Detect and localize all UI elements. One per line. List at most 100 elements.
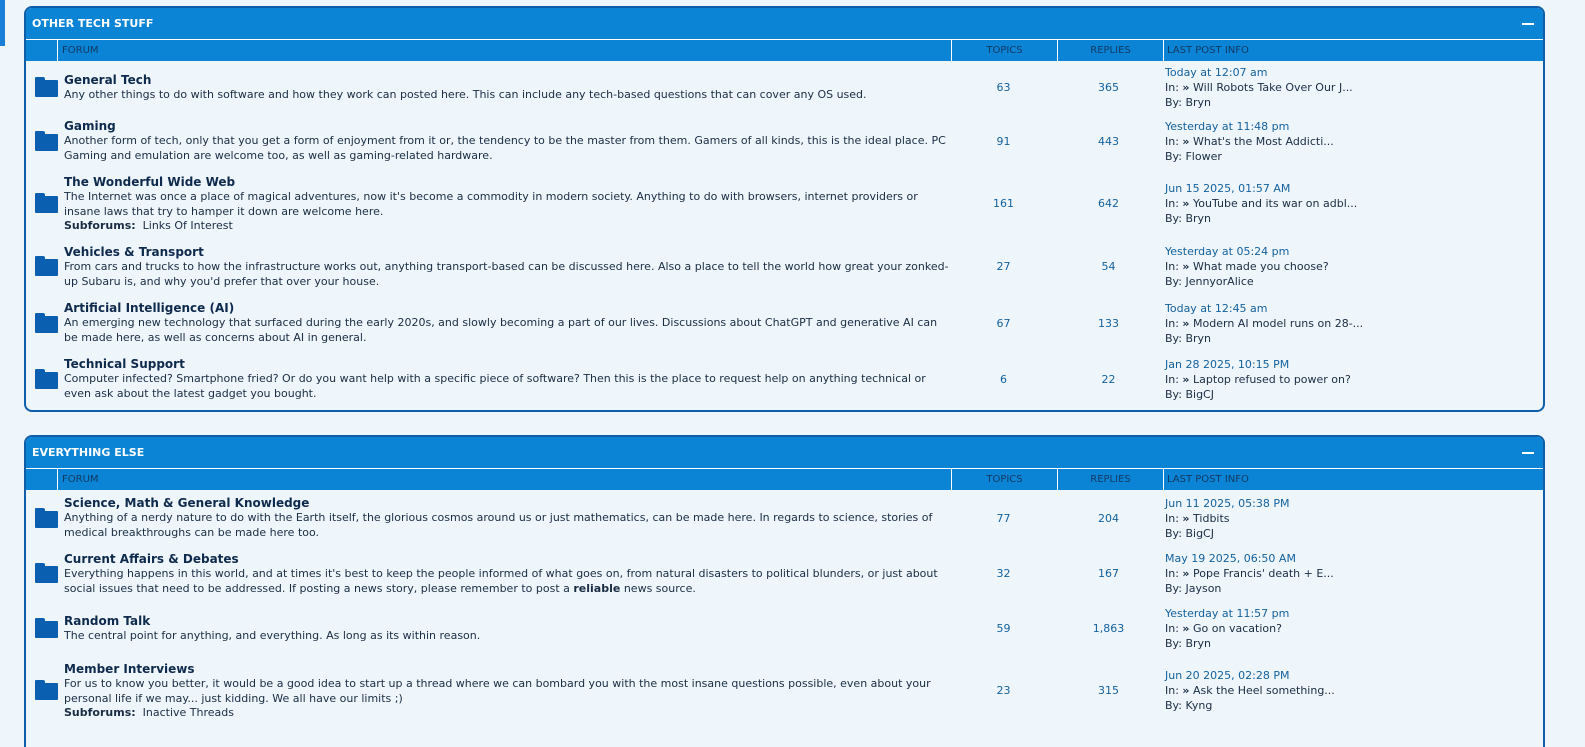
replies-count: 22 bbox=[1101, 372, 1116, 386]
in-label: In: bbox=[1165, 372, 1179, 386]
topics-count: 6 bbox=[1000, 372, 1007, 386]
category-title[interactable]: EVERYTHING ELSE bbox=[32, 446, 144, 459]
last-post-date[interactable]: Jun 20 2025, 02:28 PM bbox=[1165, 668, 1543, 683]
last-post-user-link[interactable]: Bryn bbox=[1185, 96, 1211, 109]
folder-icon[interactable] bbox=[34, 618, 58, 638]
last-post-date[interactable]: Jun 11 2025, 05:38 PM bbox=[1165, 496, 1543, 511]
replies-count: 443 bbox=[1098, 134, 1119, 148]
column-header-row: FORUM TOPICS REPLIES LAST POST INFO bbox=[26, 468, 1543, 490]
forum-title[interactable]: Vehicles & Transport bbox=[64, 245, 951, 259]
topics-count: 59 bbox=[996, 622, 1011, 635]
last-post-user-link[interactable]: Bryn bbox=[1185, 212, 1211, 225]
forum-row: General Tech Any other things to do with… bbox=[26, 61, 1543, 113]
forum-title[interactable]: Science, Math & General Knowledge bbox=[64, 496, 951, 510]
double-chevron-icon: » bbox=[1182, 567, 1190, 580]
in-label: In: bbox=[1165, 316, 1179, 330]
folder-icon[interactable] bbox=[34, 312, 58, 333]
topics-column-header: TOPICS bbox=[951, 469, 1057, 490]
last-post-date[interactable]: Jan 28 2025, 10:15 PM bbox=[1165, 357, 1543, 372]
forum-title[interactable]: Gaming bbox=[64, 119, 951, 133]
double-chevron-icon: » bbox=[1182, 134, 1190, 148]
last-post-user-link[interactable]: JennyorAlice bbox=[1185, 275, 1253, 288]
last-post-info: Jun 20 2025, 02:28 PM In: » Ask the Heel… bbox=[1161, 668, 1543, 713]
double-chevron-icon: » bbox=[1182, 683, 1190, 697]
replies-count: 54 bbox=[1101, 260, 1116, 273]
last-post-thread-link[interactable]: Ask the Heel something... bbox=[1193, 684, 1335, 697]
last-post-date[interactable]: Yesterday at 05:24 pm bbox=[1165, 244, 1543, 259]
forum-description: An emerging new technology that surfaced… bbox=[64, 316, 938, 344]
forum-title[interactable]: The Wonderful Wide Web bbox=[64, 175, 951, 189]
forum-title[interactable]: Artificial Intelligence (AI) bbox=[64, 301, 951, 315]
by-label: By: bbox=[1165, 212, 1182, 225]
last-post-user-link[interactable]: BigCJ bbox=[1185, 388, 1214, 401]
forum-title[interactable]: Member Interviews bbox=[64, 662, 951, 676]
replies-count: 133 bbox=[1098, 316, 1119, 330]
last-post-thread-link[interactable]: What made you choose? bbox=[1193, 260, 1329, 273]
forum-description: The central point for anything, and ever… bbox=[64, 629, 481, 642]
by-label: By: bbox=[1165, 387, 1182, 401]
last-post-date[interactable]: Jun 15 2025, 01:57 AM bbox=[1165, 181, 1543, 196]
last-post-info: Today at 12:07 am In: » Will Robots Take… bbox=[1161, 65, 1543, 110]
folder-icon[interactable] bbox=[34, 130, 58, 151]
last-post-thread-link[interactable]: Will Robots Take Over Our J... bbox=[1193, 81, 1353, 94]
subforum-link[interactable]: Inactive Threads bbox=[143, 706, 234, 719]
last-post-date[interactable]: May 19 2025, 06:50 AM bbox=[1165, 551, 1543, 566]
folder-icon[interactable] bbox=[34, 679, 58, 700]
forum-row: Technical Support Computer infected? Sma… bbox=[26, 351, 1543, 407]
by-label: By: bbox=[1165, 275, 1182, 288]
folder-icon[interactable] bbox=[34, 256, 58, 276]
replies-count: 204 bbox=[1098, 511, 1119, 525]
last-post-date[interactable]: Yesterday at 11:48 pm bbox=[1165, 119, 1543, 134]
in-label: In: bbox=[1165, 567, 1179, 580]
double-chevron-icon: » bbox=[1182, 316, 1190, 330]
last-post-thread-link[interactable]: What's the Most Addicti... bbox=[1193, 135, 1334, 148]
last-post-user-link[interactable]: Bryn bbox=[1185, 637, 1211, 650]
forum-description: Any other things to do with software and… bbox=[64, 87, 867, 101]
folder-icon[interactable] bbox=[34, 193, 58, 213]
category-other-tech-stuff: OTHER TECH STUFF FORUM TOPICS REPLIES LA… bbox=[24, 6, 1545, 412]
last-post-thread-link[interactable]: YouTube and its war on adbl... bbox=[1193, 197, 1357, 210]
in-label: In: bbox=[1165, 683, 1179, 697]
forum-title[interactable]: Random Talk bbox=[64, 614, 951, 628]
folder-icon[interactable] bbox=[34, 368, 58, 389]
last-post-date[interactable]: Today at 12:07 am bbox=[1165, 65, 1543, 80]
last-post-date[interactable]: Today at 12:45 am bbox=[1165, 301, 1543, 316]
forum-description: Everything happens in this world, and at… bbox=[64, 566, 938, 595]
folder-icon[interactable] bbox=[34, 76, 58, 97]
in-label: In: bbox=[1165, 622, 1179, 635]
last-post-info: Jun 15 2025, 01:57 AM In: » YouTube and … bbox=[1161, 181, 1543, 226]
last-post-thread-link[interactable]: Laptop refused to power on? bbox=[1193, 373, 1351, 386]
topics-count: 32 bbox=[996, 567, 1011, 580]
forum-row: Member Interviews For us to know you bet… bbox=[26, 656, 1543, 724]
last-post-thread-link[interactable]: Modern AI model runs on 28-... bbox=[1193, 317, 1363, 330]
last-post-date[interactable]: Yesterday at 11:57 pm bbox=[1165, 606, 1543, 621]
column-header-row: FORUM TOPICS REPLIES LAST POST INFO bbox=[26, 39, 1543, 61]
last-post-user-link[interactable]: Bryn bbox=[1185, 332, 1211, 345]
forum-row: Random Talk The central point for anythi… bbox=[26, 601, 1543, 656]
forum-description: Another form of tech, only that you get … bbox=[64, 134, 946, 162]
last-post-user-link[interactable]: Flower bbox=[1185, 150, 1221, 163]
last-post-thread-link[interactable]: Go on vacation? bbox=[1193, 622, 1282, 635]
forum-description: Computer infected? Smartphone fried? Or … bbox=[64, 372, 926, 400]
forum-title[interactable]: Current Affairs & Debates bbox=[64, 552, 951, 566]
category-everything-else: EVERYTHING ELSE FORUM TOPICS REPLIES LAS… bbox=[24, 435, 1545, 747]
replies-count: 365 bbox=[1098, 80, 1119, 94]
collapse-icon[interactable] bbox=[1522, 22, 1534, 25]
subforum-link[interactable]: Links Of Interest bbox=[143, 219, 233, 232]
forum-title[interactable]: General Tech bbox=[64, 73, 951, 87]
topics-count: 67 bbox=[996, 316, 1011, 330]
last-post-thread-link[interactable]: Pope Francis' death + E... bbox=[1193, 567, 1334, 580]
double-chevron-icon: » bbox=[1182, 511, 1190, 525]
forum-title[interactable]: Technical Support bbox=[64, 357, 951, 371]
last-post-thread-link[interactable]: Tidbits bbox=[1193, 512, 1230, 525]
last-post-user-link[interactable]: Kyng bbox=[1185, 699, 1212, 712]
by-label: By: bbox=[1165, 582, 1182, 595]
last-post-user-link[interactable]: Jayson bbox=[1185, 582, 1221, 595]
folder-icon[interactable] bbox=[34, 507, 58, 528]
forum-row: Vehicles & Transport From cars and truck… bbox=[26, 238, 1543, 295]
replies-column-header: REPLIES bbox=[1057, 40, 1163, 61]
category-title[interactable]: OTHER TECH STUFF bbox=[32, 17, 153, 30]
last-post-user-link[interactable]: BigCJ bbox=[1185, 527, 1214, 540]
folder-icon[interactable] bbox=[34, 563, 58, 583]
collapse-icon[interactable] bbox=[1522, 451, 1534, 454]
